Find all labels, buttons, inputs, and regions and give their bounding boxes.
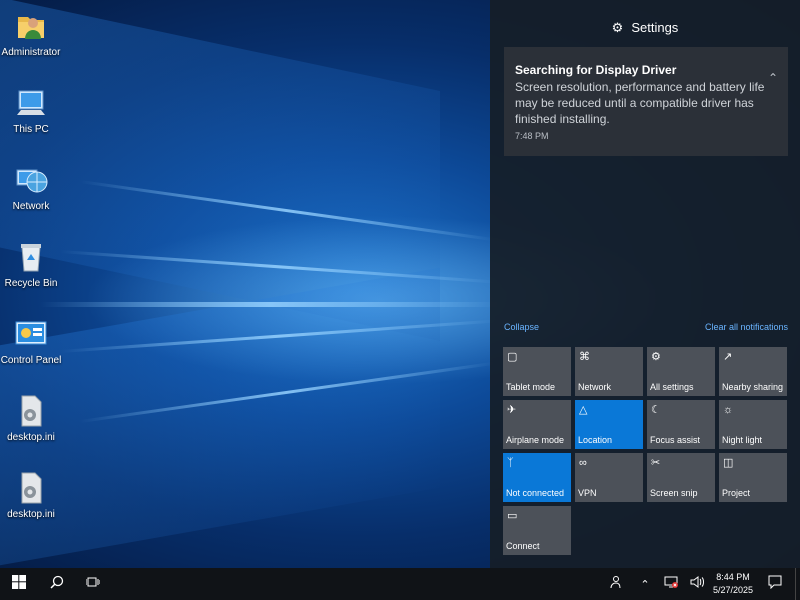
gear-icon: ⚙ xyxy=(651,351,661,363)
tray-clock[interactable]: 8:44 PM 5/27/2025 xyxy=(710,571,756,597)
search-button[interactable] xyxy=(38,568,76,600)
share-icon: ↗ xyxy=(723,351,733,363)
tile-all-settings[interactable]: ⚙ All settings xyxy=(647,347,715,396)
tile-label: Nearby sharing xyxy=(722,382,784,392)
tile-label: All settings xyxy=(650,382,694,392)
desktop-icon-label: desktop.ini xyxy=(7,509,55,520)
wallpaper-pane xyxy=(0,267,440,573)
tile-tablet-mode[interactable]: ▢ Tablet mode xyxy=(503,347,571,396)
network-disconnected-icon xyxy=(664,575,678,594)
notification-title: Searching for Display Driver xyxy=(515,63,677,77)
tile-nearby-sharing[interactable]: ↗ Nearby sharing xyxy=(719,347,787,396)
network-tray-button[interactable] xyxy=(658,568,684,600)
action-center: ⚙ Settings Searching for Display Driver S… xyxy=(490,0,800,568)
tile-label: Airplane mode xyxy=(506,435,565,445)
tile-label: Network xyxy=(578,382,612,392)
tile-label: VPN xyxy=(578,488,597,498)
tile-bluetooth[interactable]: ᛉ Not connected xyxy=(503,453,571,502)
gear-icon: ⚙ xyxy=(611,20,624,35)
desktop-icon-this-pc[interactable]: This PC xyxy=(0,85,62,135)
tile-airplane-mode[interactable]: ✈ Airplane mode xyxy=(503,400,571,449)
show-desktop-button[interactable] xyxy=(795,568,796,600)
desktop-icon-label: Control Panel xyxy=(0,355,62,366)
screen-snip-icon: ✂ xyxy=(651,457,661,469)
desktop-icon-label: Network xyxy=(12,201,50,212)
user-folder-icon xyxy=(13,8,49,44)
quick-actions-grid: ▢ Tablet mode ⌘ Network ⚙ All settings ↗… xyxy=(503,347,791,557)
connect-icon: ▭ xyxy=(507,510,518,522)
clock-time: 8:44 PM xyxy=(716,572,750,582)
screen: Administrator This PC Network Recycle Bi… xyxy=(0,0,800,600)
desktop-icon-label: This PC xyxy=(13,124,49,135)
network-globe-icon xyxy=(13,162,49,198)
tile-vpn[interactable]: ∞ VPN xyxy=(575,453,643,502)
chevron-up-icon[interactable]: ⌃ xyxy=(768,71,778,85)
action-center-button[interactable] xyxy=(756,568,794,600)
tile-focus-assist[interactable]: ☾ Focus assist xyxy=(647,400,715,449)
start-button[interactable] xyxy=(0,568,38,600)
clock-date: 5/27/2025 xyxy=(712,585,754,595)
search-icon xyxy=(50,575,64,594)
clear-all-notifications-link[interactable]: Clear all notifications xyxy=(705,322,788,332)
tile-night-light[interactable]: ☼ Night light xyxy=(719,400,787,449)
tile-label: Screen snip xyxy=(650,488,698,498)
tile-label: Connect xyxy=(506,541,540,551)
project-icon: ◫ xyxy=(723,457,734,469)
tile-screen-snip[interactable]: ✂ Screen snip xyxy=(647,453,715,502)
desktop-icon-desktop-ini[interactable]: desktop.ini xyxy=(0,470,62,520)
settings-title: Settings xyxy=(631,20,679,35)
tablet-mode-icon: ▢ xyxy=(507,351,518,363)
desktop-icon-recycle-bin[interactable]: Recycle Bin xyxy=(0,239,62,289)
tile-label: Focus assist xyxy=(650,435,701,445)
task-view-icon xyxy=(85,575,101,594)
taskbar: ⌃ 8:44 PM 5/27/2025 xyxy=(0,568,800,600)
tile-label: Tablet mode xyxy=(506,382,556,392)
tile-connect[interactable]: ▭ Connect xyxy=(503,506,571,555)
airplane-icon: ✈ xyxy=(507,404,517,416)
desktop-icon-label: Administrator xyxy=(1,47,61,58)
tile-project[interactable]: ◫ Project xyxy=(719,453,787,502)
action-center-header[interactable]: ⚙ Settings xyxy=(490,20,800,36)
tile-location[interactable]: △ Location xyxy=(575,400,643,449)
chevron-up-icon: ⌃ xyxy=(640,578,650,591)
tile-label: Night light xyxy=(722,435,763,445)
control-panel-icon xyxy=(13,316,49,352)
windows-logo-icon xyxy=(12,574,26,594)
action-center-icon xyxy=(768,575,782,594)
tile-label: Location xyxy=(578,435,613,445)
sun-icon: ☼ xyxy=(723,404,734,416)
recycle-bin-icon xyxy=(13,239,49,275)
network-signal-icon: ⌘ xyxy=(579,351,590,363)
people-button[interactable] xyxy=(598,568,632,600)
notification-card[interactable]: Searching for Display Driver Screen reso… xyxy=(504,47,788,156)
volume-tray-button[interactable] xyxy=(684,568,710,600)
computer-icon xyxy=(13,85,49,121)
desktop-icon-network[interactable]: Network xyxy=(0,162,62,212)
show-hidden-icons-button[interactable]: ⌃ xyxy=(632,568,658,600)
location-icon: △ xyxy=(579,404,588,416)
collapse-link[interactable]: Collapse xyxy=(504,322,539,332)
moon-icon: ☾ xyxy=(651,404,661,416)
settings-file-icon xyxy=(13,470,49,506)
tile-label: Project xyxy=(722,488,751,498)
speaker-icon xyxy=(690,575,704,594)
notification-time: 7:48 PM xyxy=(515,131,549,141)
desktop-icon-desktop-ini[interactable]: desktop.ini xyxy=(0,393,62,443)
notification-body: Screen resolution, performance and batte… xyxy=(515,80,765,126)
tile-network[interactable]: ⌘ Network xyxy=(575,347,643,396)
task-view-button[interactable] xyxy=(74,568,112,600)
bluetooth-icon: ᛉ xyxy=(507,457,514,469)
desktop-icon-administrator[interactable]: Administrator xyxy=(0,8,62,58)
vpn-icon: ∞ xyxy=(579,457,587,469)
tile-label: Not connected xyxy=(506,488,565,498)
people-icon xyxy=(608,575,622,594)
settings-file-icon xyxy=(13,393,49,429)
desktop-icon-control-panel[interactable]: Control Panel xyxy=(0,316,62,366)
wallpaper-beam xyxy=(40,302,500,307)
desktop-icon-label: desktop.ini xyxy=(7,432,55,443)
desktop-icon-label: Recycle Bin xyxy=(4,278,58,289)
